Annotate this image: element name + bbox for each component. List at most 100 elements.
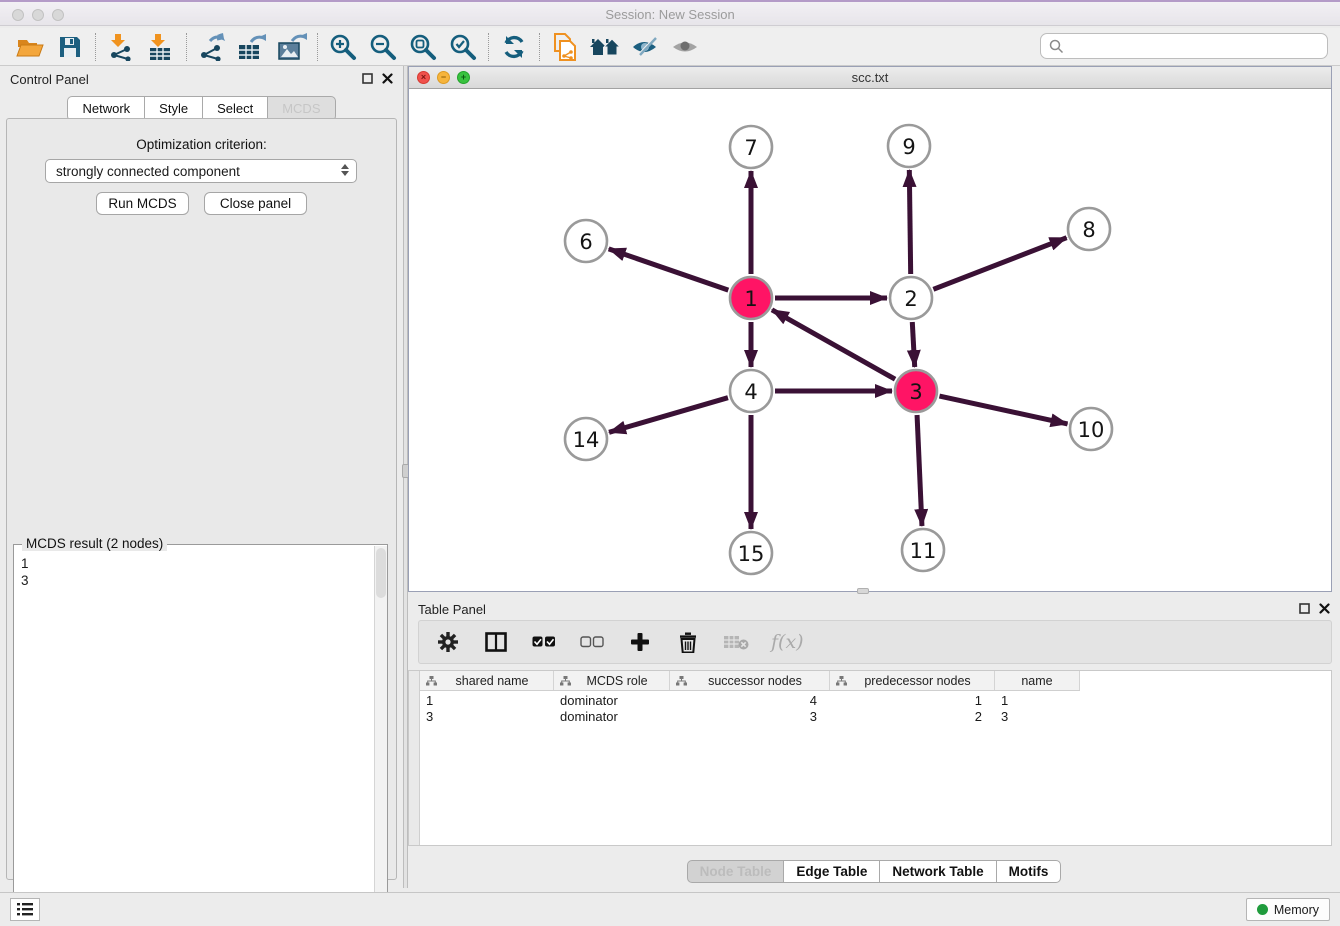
network-from-file-button[interactable] [545,31,585,63]
view-resize-grip[interactable] [857,588,869,594]
graph-node-2[interactable]: 2 [890,277,932,319]
export-image-button[interactable] [272,31,312,63]
graph-edge-2-9[interactable] [909,170,910,274]
column-header-shared-name[interactable]: shared name [420,671,554,690]
control-panel-title: Control Panel [10,72,89,87]
function-builder-button[interactable]: f(x) [771,629,804,655]
checked-boxes-icon [532,636,556,648]
close-panel-icon[interactable] [382,73,393,84]
delete-table-button[interactable] [723,629,749,655]
delete-column-button[interactable] [675,629,701,655]
close-table-panel-icon[interactable] [1319,603,1330,614]
network-view-title: scc.txt [409,70,1331,85]
table-cell[interactable]: 1 [420,692,554,708]
close-panel-button[interactable]: Close panel [204,192,307,215]
zoom-in-button[interactable] [323,31,363,63]
eye-slash-icon [630,35,660,59]
table-cell[interactable]: 3 [995,708,1080,724]
show-columns-button[interactable] [483,629,509,655]
graph-node-14[interactable]: 14 [565,418,607,460]
open-button[interactable] [10,31,50,63]
graph-node-11[interactable]: 11 [902,529,944,571]
save-button[interactable] [50,31,90,63]
export-image-icon [277,33,307,61]
app-titlebar: Session: New Session [0,0,1340,26]
memory-button[interactable]: Memory [1246,898,1330,921]
zoom-selected-button[interactable] [443,31,483,63]
float-panel-icon[interactable] [362,73,373,84]
graph-node-6[interactable]: 6 [565,220,607,262]
network-graph[interactable]: 1 2 3 4 6 7 8 9 10 11 14 15 [409,89,1331,591]
table-row[interactable]: 3dominator323 [420,708,1080,724]
table-panel-tabs: Node TableEdge TableNetwork TableMotifs [408,860,1340,883]
graph-edge-3-11[interactable] [917,415,922,526]
graph-node-10[interactable]: 10 [1070,408,1112,450]
select-all-button[interactable] [531,629,557,655]
zoom-out-button[interactable] [363,31,403,63]
show-graphics-details-button[interactable] [665,31,705,63]
unchecked-boxes-icon [580,636,604,648]
go-home-button[interactable] [585,31,625,63]
import-table-button[interactable] [141,31,181,63]
column-type-icon [426,676,437,686]
graph-edge-2-3[interactable] [912,322,914,367]
table-cell[interactable]: dominator [554,692,670,708]
table-cell[interactable]: 3 [670,708,830,724]
graph-node-1[interactable]: 1 [730,277,772,319]
mcds-result-list[interactable]: 13 [14,549,373,921]
node-table[interactable]: shared nameMCDS rolesuccessor nodesprede… [408,670,1332,846]
result-item[interactable]: 3 [21,572,373,589]
tab-network-table[interactable]: Network Table [879,860,995,883]
graph-node-9[interactable]: 9 [888,125,930,167]
table-header-row: shared nameMCDS rolesuccessor nodesprede… [420,671,1080,691]
zoom-fit-button[interactable] [403,31,443,63]
add-column-button[interactable] [627,629,653,655]
graph-node-3[interactable]: 3 [895,370,937,412]
table-cell[interactable]: 1 [830,692,995,708]
svg-text:6: 6 [579,230,592,254]
table-cell[interactable]: 3 [420,708,554,724]
column-header-name[interactable]: name [995,671,1080,690]
table-cell[interactable]: 2 [830,708,995,724]
float-table-panel-icon[interactable] [1299,603,1310,614]
graph-edge-3-1[interactable] [772,310,895,379]
tab-node-table[interactable]: Node Table [687,860,784,883]
table-cell[interactable]: 1 [995,692,1080,708]
graph-edge-2-8[interactable] [933,238,1066,290]
graph-node-8[interactable]: 8 [1068,208,1110,250]
criterion-select[interactable]: strongly connected component [45,159,357,183]
graph-edge-1-6[interactable] [609,249,729,290]
graph-node-7[interactable]: 7 [730,126,772,168]
network-canvas[interactable]: 1 2 3 4 6 7 8 9 10 11 14 15 [409,89,1331,591]
result-scrollbar[interactable] [374,546,387,920]
zoom-fit-icon [409,33,437,61]
table-settings-button[interactable] [435,629,461,655]
search-input[interactable] [1040,33,1328,59]
unselect-all-button[interactable] [579,629,605,655]
network-window-titlebar[interactable]: × − + scc.txt [409,67,1331,89]
import-network-button[interactable] [101,31,141,63]
refresh-button[interactable] [494,31,534,63]
table-cell[interactable]: dominator [554,708,670,724]
result-item[interactable]: 1 [21,555,373,572]
zoom-out-icon [369,33,397,61]
table-cell[interactable]: 4 [670,692,830,708]
tab-edge-table[interactable]: Edge Table [783,860,879,883]
column-header-successor-nodes[interactable]: successor nodes [670,671,830,690]
hide-graphics-details-button[interactable] [625,31,665,63]
graph-node-4[interactable]: 4 [730,370,772,412]
tab-motifs[interactable]: Motifs [996,860,1062,883]
show-panels-button[interactable] [10,898,40,921]
table-row[interactable]: 1dominator411 [420,692,1080,708]
column-header-predecessor-nodes[interactable]: predecessor nodes [830,671,995,690]
export-table-button[interactable] [232,31,272,63]
export-network-button[interactable] [192,31,232,63]
status-bar: Memory [0,892,1340,926]
column-header-MCDS-role[interactable]: MCDS role [554,671,670,690]
graph-node-15[interactable]: 15 [730,532,772,574]
refresh-icon [501,34,527,60]
graph-edge-4-14[interactable] [609,398,728,433]
graph-edge-3-10[interactable] [939,396,1067,424]
run-mcds-button[interactable]: Run MCDS [96,192,189,215]
export-table-icon [237,33,267,61]
